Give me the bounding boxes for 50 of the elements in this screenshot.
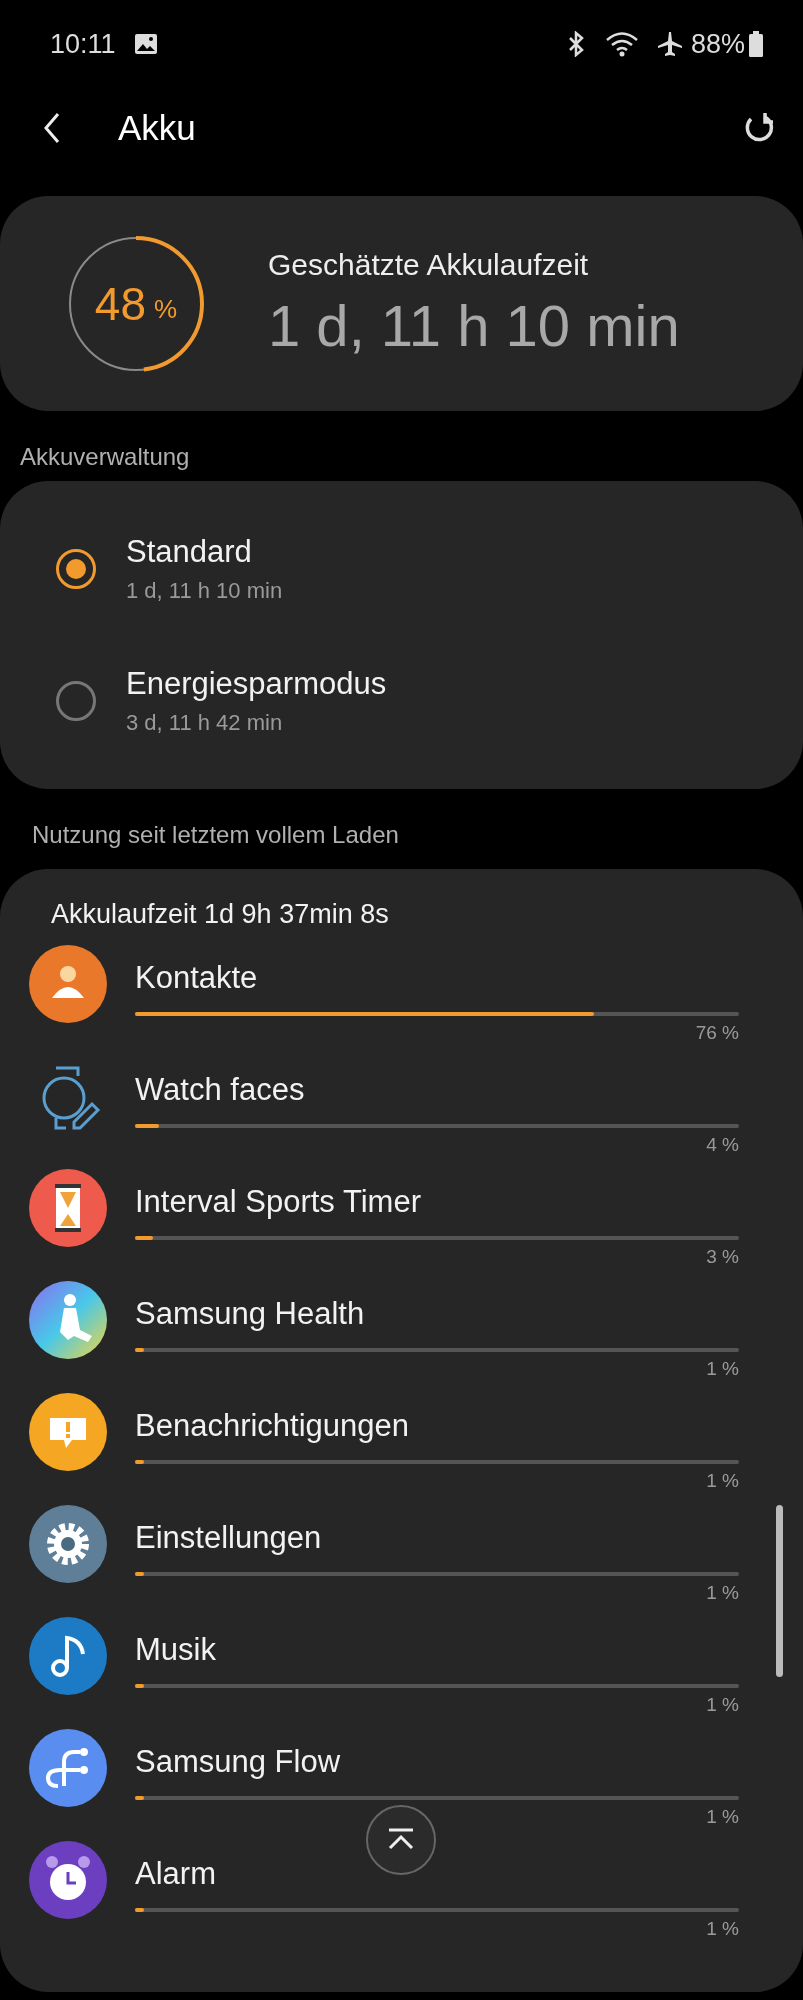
battery-percent: 88% bbox=[690, 28, 745, 60]
flow-icon bbox=[28, 1728, 108, 1808]
app-name[interactable]: Musik bbox=[135, 1630, 739, 1670]
usage-percent: 4 % bbox=[706, 1134, 739, 1156]
gear-icon bbox=[28, 1504, 108, 1584]
refresh-icon bbox=[743, 111, 775, 144]
scroll-top-icon bbox=[386, 1828, 416, 1852]
usage-percent: 1 % bbox=[706, 1806, 739, 1828]
estimate-label: Geschätzte Akkulaufzeit bbox=[268, 248, 590, 282]
alarm-clock-icon bbox=[28, 1840, 108, 1920]
battery-percent-value: 48 bbox=[94, 276, 146, 331]
app-name[interactable]: Alarm bbox=[135, 1854, 739, 1894]
wifi-icon bbox=[604, 31, 639, 58]
battery-icon bbox=[749, 31, 763, 58]
usage-percent: 1 % bbox=[706, 1470, 739, 1492]
usage-percent: 1 % bbox=[706, 1582, 739, 1604]
mode-time: 1 d, 11 h 10 min bbox=[126, 578, 283, 604]
page-title: Akku bbox=[118, 107, 196, 148]
usage-percent: 1 % bbox=[706, 1918, 739, 1940]
radio-button[interactable] bbox=[56, 681, 96, 721]
mode-time: 3 d, 11 h 42 min bbox=[126, 710, 284, 736]
scrollbar[interactable] bbox=[776, 1505, 783, 1677]
app-name[interactable]: Benachrichtigungen bbox=[135, 1406, 739, 1446]
usage-percent: 1 % bbox=[706, 1694, 739, 1716]
back-icon bbox=[42, 111, 62, 144]
person-icon bbox=[28, 944, 108, 1024]
runner-icon bbox=[28, 1280, 108, 1360]
hourglass-icon bbox=[28, 1168, 108, 1248]
usage-percent: 3 % bbox=[706, 1246, 739, 1268]
mode-name: Energiesparmodus bbox=[126, 666, 387, 702]
airplane-icon bbox=[656, 31, 683, 58]
radio-button[interactable] bbox=[56, 549, 96, 589]
app-name[interactable]: Samsung Health bbox=[135, 1294, 739, 1334]
runtime-text: Akkulaufzeit 1d 9h 37min 8s bbox=[50, 899, 390, 930]
section-heading: Akkuverwaltung bbox=[19, 443, 191, 471]
app-name[interactable]: Watch faces bbox=[135, 1070, 739, 1110]
section-heading: Nutzung seit letztem vollem Laden bbox=[31, 821, 400, 849]
mode-name: Standard bbox=[126, 534, 253, 570]
estimate-value: 1 d, 11 h 10 min bbox=[268, 292, 680, 359]
usage-percent: 1 % bbox=[706, 1358, 739, 1380]
usage-percent: 76 % bbox=[695, 1022, 739, 1044]
music-note-icon bbox=[28, 1616, 108, 1696]
app-name[interactable]: Einstellungen bbox=[135, 1518, 739, 1558]
app-name[interactable]: Interval Sports Timer bbox=[135, 1182, 739, 1222]
app-name[interactable]: Samsung Flow bbox=[135, 1742, 739, 1782]
percent-sign: % bbox=[154, 294, 178, 325]
alert-bubble-icon bbox=[28, 1392, 108, 1472]
image-icon bbox=[133, 33, 158, 56]
app-name[interactable]: Kontakte bbox=[135, 958, 739, 998]
status-time: 10:11 bbox=[50, 28, 116, 60]
